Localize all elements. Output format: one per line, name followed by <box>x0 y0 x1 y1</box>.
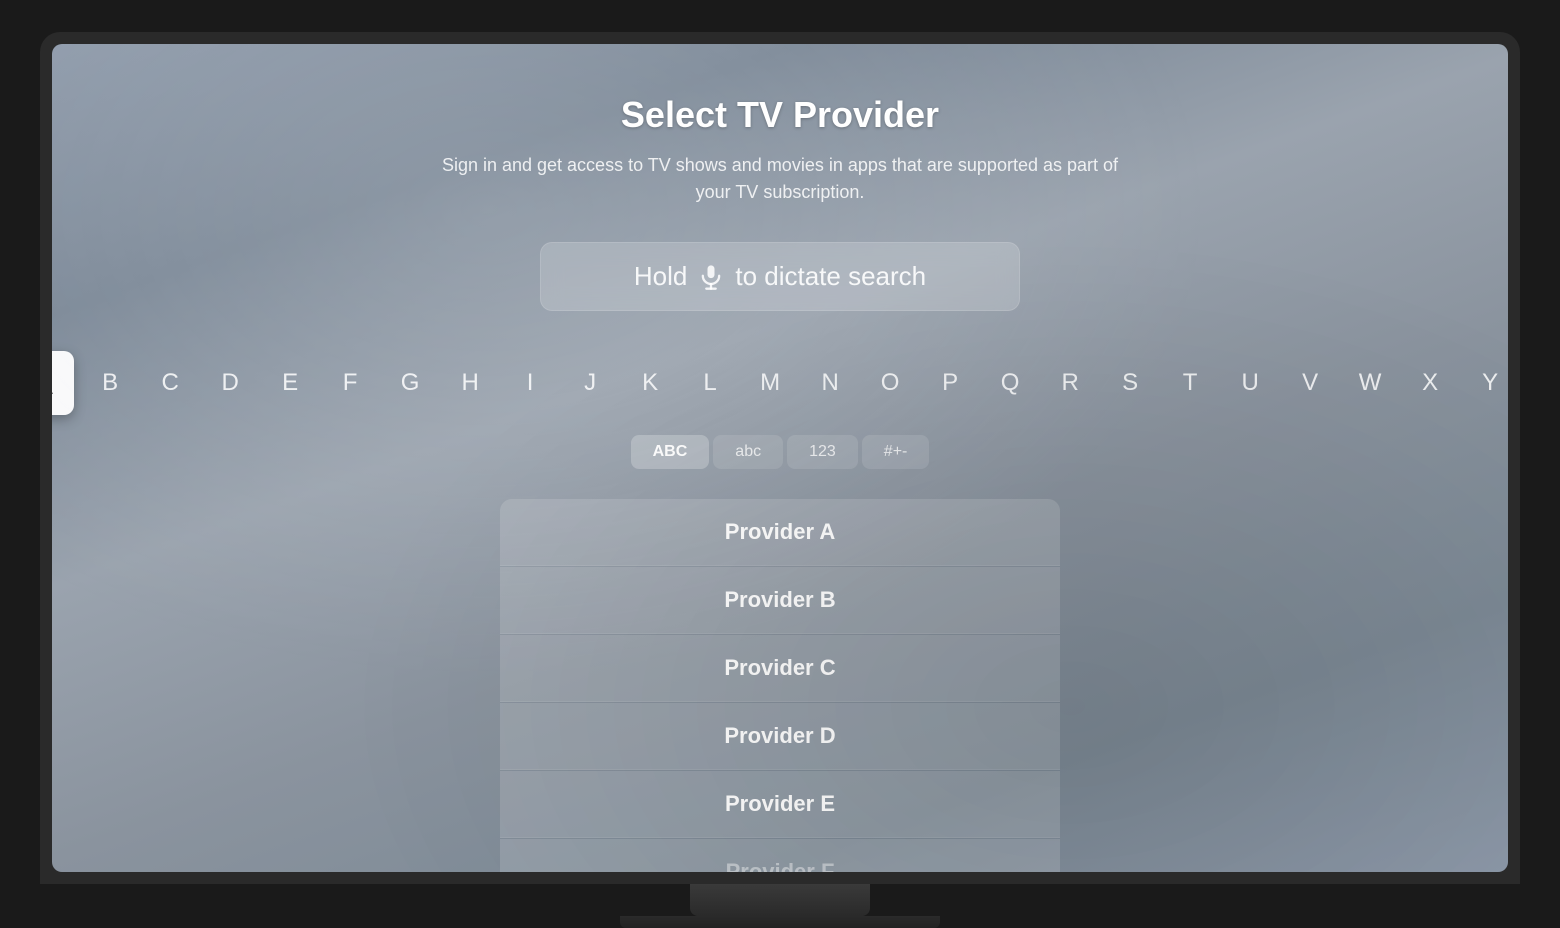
dictate-after-text: to dictate search <box>735 261 926 292</box>
keyboard-mode-row: ABC abc 123 #+- <box>631 435 930 469</box>
tv-stand <box>690 884 870 916</box>
key-T[interactable]: T <box>1166 355 1214 411</box>
provider-item-d[interactable]: Provider D <box>500 703 1060 770</box>
key-J[interactable]: J <box>566 355 614 411</box>
key-W[interactable]: W <box>1346 355 1394 411</box>
key-F[interactable]: F <box>326 355 374 411</box>
dictate-bar[interactable]: Hold to dictate search <box>540 242 1020 311</box>
key-V[interactable]: V <box>1286 355 1334 411</box>
mode-abc-upper[interactable]: ABC <box>631 435 710 469</box>
provider-item-b[interactable]: Provider B <box>500 567 1060 634</box>
key-K[interactable]: K <box>626 355 674 411</box>
key-A[interactable]: A <box>52 351 74 415</box>
key-X[interactable]: X <box>1406 355 1454 411</box>
provider-item-c[interactable]: Provider C <box>500 635 1060 702</box>
microphone-icon <box>697 263 725 291</box>
tv-screen: Select TV Provider Sign in and get acces… <box>52 44 1508 872</box>
provider-list: Provider A Provider B Provider C Provide… <box>500 499 1060 872</box>
page-title: Select TV Provider <box>621 94 939 136</box>
key-E[interactable]: E <box>266 355 314 411</box>
mode-abc-lower[interactable]: abc <box>713 435 783 469</box>
keyboard-row: SPACE A B C D E F G H I J K L M N O P Q … <box>92 351 1468 415</box>
key-N[interactable]: N <box>806 355 854 411</box>
key-H[interactable]: H <box>446 355 494 411</box>
dictate-hold-text: Hold <box>634 261 687 292</box>
key-Q[interactable]: Q <box>986 355 1034 411</box>
key-B[interactable]: B <box>86 355 134 411</box>
provider-item-a[interactable]: Provider A <box>500 499 1060 566</box>
provider-item-f[interactable]: Provider F <box>500 839 1060 872</box>
mode-numbers[interactable]: 123 <box>787 435 858 469</box>
key-G[interactable]: G <box>386 355 434 411</box>
tv-frame: Select TV Provider Sign in and get acces… <box>40 32 1520 884</box>
key-L[interactable]: L <box>686 355 734 411</box>
key-S[interactable]: S <box>1106 355 1154 411</box>
key-Y[interactable]: Y <box>1466 355 1508 411</box>
key-M[interactable]: M <box>746 355 794 411</box>
key-C[interactable]: C <box>146 355 194 411</box>
key-U[interactable]: U <box>1226 355 1274 411</box>
tv-base <box>620 916 940 928</box>
key-I[interactable]: I <box>506 355 554 411</box>
page-subtitle: Sign in and get access to TV shows and m… <box>440 152 1120 206</box>
key-P[interactable]: P <box>926 355 974 411</box>
mode-symbols[interactable]: #+- <box>862 435 930 469</box>
key-O[interactable]: O <box>866 355 914 411</box>
key-R[interactable]: R <box>1046 355 1094 411</box>
provider-item-e[interactable]: Provider E <box>500 771 1060 838</box>
key-D[interactable]: D <box>206 355 254 411</box>
